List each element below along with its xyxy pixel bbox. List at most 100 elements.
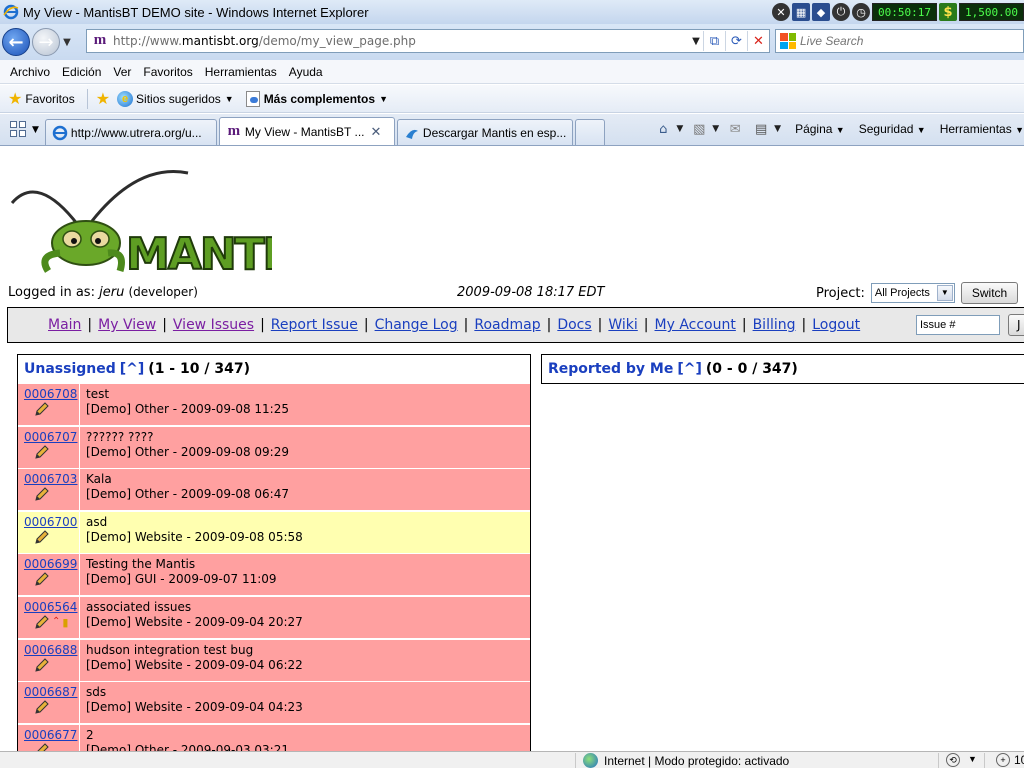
edit-pencil-icon[interactable] (34, 444, 50, 459)
issue-id-link[interactable]: 0006687 (24, 685, 77, 699)
issue-text: associated issues [Demo] Website - 2009-0… (86, 600, 303, 630)
reported-caret-link[interactable]: [^] (677, 361, 702, 377)
chevron-down-icon[interactable]: ▼ (968, 754, 977, 764)
compatibility-view-icon[interactable]: ⧉ (703, 31, 725, 51)
reported-title-link[interactable]: Reported by Me (548, 361, 673, 377)
issue-id-link[interactable]: 0006703 (24, 472, 77, 486)
back-button[interactable]: ← (2, 28, 30, 56)
address-url[interactable]: http://www.mantisbt.org/demo/my_view_pag… (113, 34, 689, 48)
window-titlebar: My View - MantisBT DEMO site - Windows I… (0, 0, 1024, 24)
print-icon[interactable]: ▤ (751, 120, 771, 138)
chevron-down-icon[interactable]: ▼ (774, 124, 781, 134)
chevron-down-icon[interactable]: ▼ (712, 124, 719, 134)
project-select[interactable]: All Projects ▼ (870, 283, 955, 303)
security-zone[interactable]: Internet | Modo protegido: activado (583, 753, 789, 768)
rss-feed-icon[interactable]: ▧ (689, 120, 709, 138)
nav-link-roadmap[interactable]: Roadmap (474, 317, 540, 333)
priority-up-icon: ⌃ (52, 616, 61, 627)
nav-link-my-account[interactable]: My Account (655, 317, 736, 333)
more-addons-button[interactable]: Más complementos ▼ (245, 90, 388, 107)
issue-id-cell: 0006687 (18, 682, 80, 725)
quick-tabs-icon[interactable] (6, 117, 30, 141)
issue-text: asd [Demo] Website - 2009-09-08 05:58 (86, 515, 303, 545)
menu-bar: Archivo Edición Ver Favoritos Herramient… (0, 60, 1024, 84)
edit-pencil-icon[interactable] (34, 657, 50, 672)
tab-descargar-mantis[interactable]: Descargar Mantis en esp... (396, 119, 573, 145)
edit-pencil-icon[interactable] (34, 572, 50, 587)
nav-link-main[interactable]: Main (48, 317, 81, 333)
shield-icon[interactable]: ◆ (812, 3, 831, 21)
search-box[interactable] (775, 29, 1024, 53)
nav-link-logout[interactable]: Logout (812, 317, 860, 333)
menu-favoritos[interactable]: Favoritos (143, 65, 192, 79)
issue-id-link[interactable]: 0006699 (24, 557, 77, 571)
mantis-logo[interactable]: MANTIS (8, 163, 272, 275)
close-tab-icon[interactable]: ✕ (371, 124, 382, 140)
unassigned-counts: (1 - 10 / 347) (148, 360, 250, 377)
issue-number-input[interactable]: Issue # (916, 315, 1000, 335)
page-menu[interactable]: Página ▼ (795, 122, 845, 136)
favorites-button[interactable]: ★ Favoritos (8, 89, 75, 109)
tab-utrera[interactable]: http://www.utrera.org/u... (44, 119, 217, 145)
issue-id-link[interactable]: 0006677 (24, 728, 77, 742)
home-icon[interactable]: ⌂ (653, 120, 673, 138)
clock-icon[interactable]: ◷ (852, 3, 871, 21)
refresh-icon[interactable]: ⟳ (725, 31, 747, 51)
edit-pencil-icon[interactable] (34, 402, 50, 416)
protected-mode-icon[interactable]: ⟲ (946, 753, 960, 767)
jump-button[interactable]: J (1008, 314, 1024, 336)
switch-button[interactable]: Switch (960, 282, 1019, 304)
nav-link-view-issues[interactable]: View Issues (173, 317, 254, 333)
nav-link-docs[interactable]: Docs (557, 317, 591, 333)
issue-icons: ⌃ ▮ (24, 615, 79, 629)
network-icon[interactable]: ▦ (792, 3, 811, 21)
add-favorite-button[interactable]: ★ (96, 89, 113, 109)
edit-pencil-icon[interactable] (34, 487, 50, 501)
tab-my-view[interactable]: m My View - MantisBT ... ✕ (218, 117, 395, 145)
new-tab-button[interactable] (574, 119, 605, 145)
address-bar[interactable]: m http://www.mantisbt.org/demo/my_view_p… (86, 29, 770, 53)
issue-id-link[interactable]: 0006707 (24, 430, 77, 444)
session-timer: 00:50:17 (872, 3, 938, 21)
mail-icon[interactable]: ✉ (725, 120, 745, 138)
forward-button[interactable]: → (32, 28, 60, 56)
menu-archivo[interactable]: Archivo (10, 65, 50, 79)
issue-id-link[interactable]: 0006688 (24, 643, 77, 657)
nav-link-my-view[interactable]: My View (98, 317, 156, 333)
edit-pencil-icon[interactable] (34, 700, 50, 714)
chevron-down-icon[interactable]: ▼ (676, 124, 683, 134)
menu-herramientas[interactable]: Herramientas (205, 65, 277, 79)
tab-list-dropdown-icon[interactable]: ▼ (32, 125, 39, 135)
menu-edicion[interactable]: Edición (62, 65, 101, 79)
edit-pencil-icon[interactable] (34, 530, 50, 544)
suggested-sites-button[interactable]: e Sitios sugeridos ▼ (117, 90, 234, 107)
issue-id-link[interactable]: 0006700 (24, 515, 77, 529)
chevron-down-icon: ▼ (224, 93, 234, 104)
edit-pencil-icon[interactable] (34, 743, 50, 751)
stop-icon[interactable]: ✕ (747, 31, 769, 51)
edit-pencil-icon[interactable] (34, 615, 50, 629)
tools-menu[interactable]: Herramientas ▼ (940, 122, 1024, 136)
nav-link-billing[interactable]: Billing (753, 317, 796, 333)
unassigned-caret-link[interactable]: [^] (120, 361, 145, 377)
address-dropdown-icon[interactable]: ▼ (689, 36, 703, 47)
unassigned-title-link[interactable]: Unassigned (24, 361, 116, 377)
menu-ver[interactable]: Ver (113, 65, 131, 79)
issue-id-link[interactable]: 0006708 (24, 387, 77, 401)
nav-separator: | (741, 317, 747, 333)
nav-link-wiki[interactable]: Wiki (608, 317, 637, 333)
zoom-control[interactable]: + 10 (996, 753, 1024, 767)
security-menu[interactable]: Seguridad ▼ (859, 122, 926, 136)
nav-link-change-log[interactable]: Change Log (375, 317, 458, 333)
nav-link-report-issue[interactable]: Report Issue (271, 317, 358, 333)
ie-page-icon (52, 125, 68, 140)
issue-icons (24, 700, 79, 714)
history-dropdown-icon[interactable]: ▼ (60, 37, 74, 48)
close-circle-icon[interactable]: ✕ (772, 3, 791, 21)
status-bar: Internet | Modo protegido: activado ⟲ ▼ … (0, 751, 1024, 768)
unassigned-panel: Unassigned [^] (1 - 10 / 347) 0006708 tes… (17, 354, 531, 751)
menu-ayuda[interactable]: Ayuda (289, 65, 323, 79)
search-input[interactable] (800, 34, 1000, 48)
issue-id-link[interactable]: 0006564 (24, 600, 77, 614)
power-icon[interactable]: ⏻ (832, 3, 851, 21)
